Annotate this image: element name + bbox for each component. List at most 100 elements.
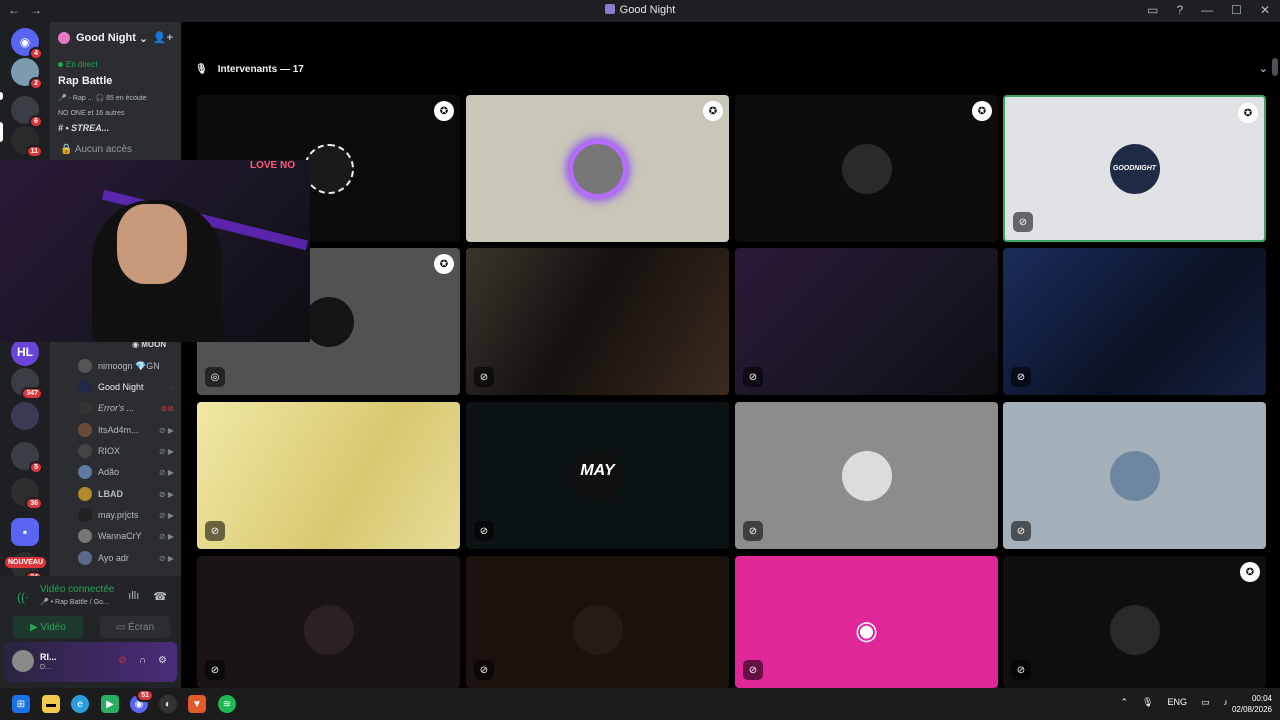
- app-icon[interactable]: ◐: [159, 695, 177, 713]
- member-name: Adão: [98, 467, 120, 477]
- mic-icon[interactable]: 🎙: [1142, 697, 1153, 708]
- server-folder-icon[interactable]: 5: [11, 442, 43, 474]
- member-item[interactable]: Adão ⊘ ▶: [78, 462, 178, 482]
- headphones-icon[interactable]: ∩: [139, 655, 146, 666]
- avatar: [841, 143, 892, 194]
- server-icon[interactable]: 6: [11, 96, 43, 128]
- picture-in-picture[interactable]: LOVE NO: [0, 160, 310, 342]
- muted-icon: ⊘: [205, 521, 225, 541]
- server-avatar-icon: [58, 32, 70, 44]
- network-icon[interactable]: ▭: [1201, 697, 1210, 708]
- folder-icon[interactable]: ▪: [11, 518, 39, 546]
- discord-icon[interactable]: ◉ 51: [130, 689, 154, 713]
- live-dot-icon: [58, 62, 63, 67]
- signal-icon[interactable]: ((·: [17, 590, 29, 604]
- voice-status[interactable]: Vidéo connectée: [40, 584, 114, 595]
- close-button[interactable]: ✕: [1260, 3, 1270, 17]
- video-tile[interactable]: ⊘: [466, 556, 729, 688]
- video-button[interactable]: ▶ Vidéo: [13, 616, 83, 638]
- member-item[interactable]: RIOX ⊘ ▶: [78, 441, 178, 461]
- video-tile[interactable]: MAY ⊘: [466, 402, 729, 549]
- window-title-text: Good Night: [619, 4, 676, 16]
- user-panel: RI... D... ⊘ ∩ ⚙: [4, 642, 177, 682]
- scrollbar[interactable]: [1272, 58, 1278, 76]
- server-icon[interactable]: [11, 402, 39, 430]
- file-explorer-icon[interactable]: ▬: [42, 695, 60, 713]
- volume-icon[interactable]: ♪: [1224, 697, 1229, 708]
- title-bar: ← → Good Night ▭ ? — ☐ ✕: [0, 0, 1280, 22]
- mute-video-icon: ⊘ ▶: [158, 553, 174, 563]
- video-tile[interactable]: ⊘: [197, 556, 460, 688]
- voice-channel[interactable]: 🎤 • Rap Battle / Go...: [40, 598, 109, 606]
- clock[interactable]: 00:04 02/08/2026: [1232, 693, 1272, 715]
- avatar-caption: GOODNIGHT: [1112, 165, 1157, 172]
- voice-actions: ıllı ☎: [128, 590, 167, 603]
- avatar: [78, 401, 92, 415]
- gear-icon[interactable]: ⚙: [158, 655, 167, 666]
- member-item[interactable]: may.prjcts ⊘ ▶: [78, 505, 178, 525]
- member-name: nimoogn 💎GN: [98, 360, 160, 371]
- mic-muted-icon[interactable]: ⊘: [118, 655, 126, 666]
- muted-icon: ⊘: [474, 367, 494, 387]
- server-folder-icon[interactable]: 347: [11, 368, 43, 400]
- inbox-icon[interactable]: ▭: [1147, 3, 1158, 17]
- avatar: [78, 508, 92, 522]
- member-item[interactable]: ItsAd4m... ⊘ ▶: [78, 420, 178, 440]
- video-tile-speaking[interactable]: GOODNIGHT ✪ ⊘: [1003, 95, 1266, 242]
- stage-info: 🎤 - Rap ... 🎧 85 en écoute: [58, 95, 147, 102]
- video-tile[interactable]: ✪: [735, 95, 998, 242]
- mute-video-icon: ⊘ ▶: [158, 446, 174, 456]
- video-tile[interactable]: ⊘: [735, 402, 998, 549]
- avatar: [841, 450, 892, 501]
- no-access-channel[interactable]: 🔒 Aucun accès: [60, 144, 132, 155]
- disconnect-icon[interactable]: ☎: [153, 590, 167, 603]
- help-icon[interactable]: ?: [1176, 3, 1183, 17]
- invite-icon[interactable]: 👤+: [153, 31, 173, 44]
- spotify-icon[interactable]: ≋: [218, 695, 236, 713]
- video-tile[interactable]: ✪: [466, 95, 729, 242]
- member-item[interactable]: WannaCrY ⊘ ▶: [78, 526, 178, 546]
- avatar[interactable]: [12, 650, 34, 672]
- member-item[interactable]: nimoogn 💎GN: [78, 356, 178, 376]
- member-item[interactable]: Good Night ◌: [78, 377, 178, 397]
- server-icon[interactable]: 2: [11, 58, 43, 90]
- server-icon[interactable]: 36: [11, 478, 43, 510]
- video-tile[interactable]: ⊘: [1003, 402, 1266, 549]
- window-controls: ▭ ? — ☐ ✕: [1147, 3, 1270, 17]
- member-name: LBAD: [98, 489, 123, 499]
- member-item[interactable]: Ayo adr ⊘ ▶: [78, 548, 178, 568]
- video-tile[interactable]: ✪ ⊘: [1003, 556, 1266, 688]
- user-controls: ⊘ ∩ ⚙: [118, 655, 167, 666]
- video-tile-camera[interactable]: ⊘: [466, 248, 729, 395]
- server-icon[interactable]: HL: [11, 338, 39, 366]
- server-icon[interactable]: 11: [11, 126, 43, 158]
- video-tile-camera[interactable]: ⊘: [197, 402, 460, 549]
- avatar-caption: MAY: [580, 462, 615, 479]
- windows-start-icon[interactable]: ⊞: [12, 695, 30, 713]
- edge-icon[interactable]: e: [71, 695, 89, 713]
- discord-home-icon[interactable]: ◉ 4: [11, 28, 43, 60]
- media-icon[interactable]: ▶: [101, 695, 119, 713]
- maximize-button[interactable]: ☐: [1231, 3, 1242, 17]
- video-tile-camera[interactable]: ⊘: [1003, 248, 1266, 395]
- minimize-button[interactable]: —: [1201, 3, 1213, 17]
- channel-stream[interactable]: # • STREA...: [58, 123, 109, 133]
- video-tile[interactable]: ◉ ⊘: [735, 556, 998, 688]
- new-badge[interactable]: NOUVEAU: [5, 557, 47, 568]
- member-item[interactable]: LBAD ⊘ ▶: [78, 484, 178, 504]
- member-name: Error's ...: [98, 403, 135, 413]
- member-name: Ayo adr: [98, 553, 129, 563]
- brave-icon[interactable]: ▼: [188, 695, 206, 713]
- avatar: [303, 296, 354, 347]
- server-header[interactable]: Good Night ⌄ 👤+: [50, 22, 181, 54]
- screen-share-button[interactable]: ▭ Écran: [100, 616, 170, 638]
- badge: 5: [29, 461, 43, 474]
- video-tile-camera[interactable]: ⊘: [735, 248, 998, 395]
- mute-video-icon: ⊘ ▶: [158, 425, 174, 435]
- chevron-up-icon[interactable]: ⌃: [1120, 697, 1128, 708]
- stage-title[interactable]: Rap Battle: [58, 75, 112, 87]
- member-item[interactable]: Error's ... ⊘⊘: [78, 398, 178, 418]
- soundboard-icon[interactable]: ıllı: [128, 590, 139, 603]
- chevron-down-icon[interactable]: ⌄: [1259, 62, 1268, 75]
- language-indicator[interactable]: ENG: [1167, 697, 1187, 708]
